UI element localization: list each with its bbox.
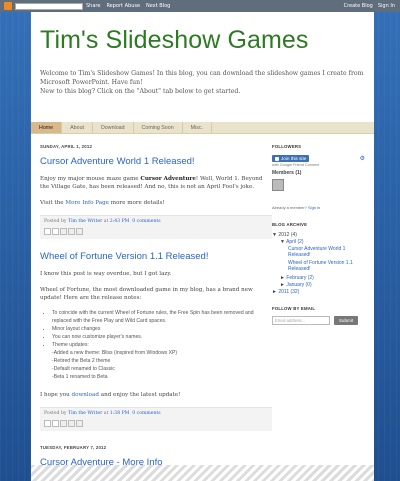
post-paragraph: Visit the More Info Page more more detai…: [40, 200, 165, 206]
sign-in-link[interactable]: Sign In: [378, 3, 395, 9]
email-subscribe-form: Email address... Submit: [272, 316, 365, 325]
torn-edge-decoration: [31, 465, 374, 481]
author-link[interactable]: Tim the Writer: [68, 219, 102, 224]
blogger-logo-icon[interactable]: [4, 2, 12, 10]
post-body: I know this post is way overdue, but I g…: [40, 270, 272, 399]
archive-month-april[interactable]: ▼ April (2): [272, 239, 365, 246]
post-date: TUESDAY, FEBRUARY 7, 2012: [40, 445, 107, 450]
post-body: Enjoy my major mouse maze game Cursor Ad…: [40, 175, 272, 207]
blog-description: Welcome to Tim's Slideshow Games! In thi…: [40, 69, 365, 96]
post-paragraph: I hope you download and enjoy the latest…: [40, 392, 181, 398]
description-line-1: Welcome to Tim's Slideshow Games! In thi…: [40, 70, 364, 86]
tab-about[interactable]: About: [62, 122, 93, 133]
email-input[interactable]: Email address...: [272, 316, 330, 325]
post-time-link[interactable]: 2:43 PM: [110, 219, 130, 224]
facebook-share-icon[interactable]: [68, 228, 75, 235]
list-item: Theme updates: -Added a new theme: Bliss…: [52, 341, 272, 381]
author-link[interactable]: Tim the Writer: [68, 411, 102, 416]
comments-link[interactable]: 0 comments: [132, 411, 160, 416]
tab-coming-soon[interactable]: Coming Soon: [134, 122, 183, 133]
gfc-sign-in-link[interactable]: Sign in: [308, 205, 320, 210]
join-site-subtitle: with Google Friend Connect: [272, 163, 320, 167]
email-share-icon[interactable]: [44, 228, 51, 235]
email-share-icon[interactable]: [44, 420, 51, 427]
members-count: Members (1): [272, 170, 302, 176]
page-tabs: Home About Download Coming Soon Misc.: [31, 122, 374, 134]
description-line-2: New to this blog? Click on the "About" t…: [40, 88, 241, 95]
post-footer: Posted by Tim the Writer at 2:43 PM 0 co…: [40, 215, 272, 239]
post-paragraph: I know this post is way overdue, but I g…: [40, 271, 172, 277]
tab-home[interactable]: Home: [31, 122, 63, 133]
share-buttons: [44, 420, 268, 427]
archive-post-link[interactable]: Cursor Adventure World 1 Released!: [272, 246, 365, 258]
archive-year-2012[interactable]: ▼ 2012 (4): [272, 232, 365, 239]
report-abuse-link[interactable]: Report Abuse: [106, 3, 140, 9]
comments-link[interactable]: 0 comments: [132, 219, 160, 224]
navbar-search-input[interactable]: [15, 2, 83, 10]
blogger-navbar: Share Report Abuse Next Blog Create Blog…: [0, 0, 400, 12]
avatar[interactable]: [272, 179, 284, 191]
download-link[interactable]: download: [72, 392, 99, 398]
list-item: Minor layout changes: [52, 325, 272, 333]
post-title[interactable]: Cursor Adventure World 1 Released!: [40, 156, 272, 167]
pinterest-share-icon[interactable]: [76, 228, 83, 235]
blog-header: Tim's Slideshow Games Welcome to Tim's S…: [31, 12, 374, 96]
sidebar: FOLLOWERS Join this site with Google Fri…: [272, 144, 365, 325]
release-notes-list: To coincide with the current Wheel of Fo…: [52, 309, 272, 381]
post-title[interactable]: Wheel of Fortune Version 1.1 Released!: [40, 251, 272, 262]
theme-sub-item: -Beta 1 renamed to Beta: [52, 374, 108, 380]
facebook-share-icon[interactable]: [68, 420, 75, 427]
share-link[interactable]: Share: [86, 3, 100, 9]
post-paragraph: Wheel of Fortune, the most downloaded ga…: [40, 287, 253, 301]
theme-sub-item: -Default renamed to Classic: [52, 366, 115, 372]
post-date: SUNDAY, APRIL 1, 2012: [40, 144, 93, 149]
twitter-share-icon[interactable]: [60, 420, 67, 427]
blog-page: Tim's Slideshow Games Welcome to Tim's S…: [31, 12, 374, 481]
theme-sub-item: -Retired the Beta 2 theme: [52, 358, 111, 364]
create-blog-link[interactable]: Create Blog: [344, 3, 373, 9]
archive-post-link[interactable]: Wheel of Fortune Version 1.1 Released!: [272, 260, 365, 272]
tab-download[interactable]: Download: [93, 122, 134, 133]
blog-this-icon[interactable]: [52, 228, 59, 235]
post-time-link[interactable]: 1:38 PM: [110, 411, 130, 416]
archive-month-january[interactable]: ► January (0): [272, 282, 365, 289]
gfc-settings-icon[interactable]: ⚙: [360, 155, 365, 162]
more-info-link[interactable]: More Info Page: [65, 200, 109, 206]
archive-month-february[interactable]: ► February (2): [272, 275, 365, 282]
theme-sub-item: -Added a new theme: Bliss (inspired from…: [52, 350, 178, 356]
list-item: To coincide with the current Wheel of Fo…: [52, 309, 272, 325]
next-blog-link[interactable]: Next Blog: [146, 3, 170, 9]
blog-title[interactable]: Tim's Slideshow Games: [40, 26, 365, 55]
archive-list: ▼ 2012 (4) ▼ April (2) Cursor Adventure …: [272, 232, 365, 296]
twitter-share-icon[interactable]: [60, 228, 67, 235]
post-footer: Posted by Tim the Writer at 1:38 PM 0 co…: [40, 407, 272, 431]
pinterest-share-icon[interactable]: [76, 420, 83, 427]
main-content: SUNDAY, APRIL 1, 2012 Cursor Adventure W…: [40, 144, 272, 468]
submit-button[interactable]: Submit: [334, 316, 358, 325]
archive-widget-title: BLOG ARCHIVE: [272, 222, 308, 227]
list-item: You can now customize player's names.: [52, 333, 272, 341]
archive-year-2011[interactable]: ► 2011 (32): [272, 289, 365, 296]
join-site-button[interactable]: Join this site: [272, 155, 310, 162]
follow-email-title: FOLLOW BY EMAIL: [272, 306, 316, 311]
google-icon: [275, 156, 279, 161]
already-member-text: Already a member? Sign in: [272, 205, 321, 210]
tab-misc[interactable]: Misc.: [183, 122, 213, 133]
share-buttons: [44, 228, 268, 235]
post-paragraph: Enjoy my major mouse maze game Cursor Ad…: [40, 176, 263, 190]
blog-this-icon[interactable]: [52, 420, 59, 427]
